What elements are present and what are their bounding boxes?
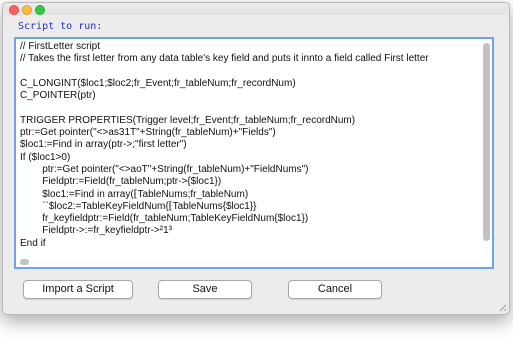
- zoom-window-icon[interactable]: [35, 5, 45, 15]
- close-window-icon[interactable]: [9, 5, 19, 15]
- code-line[interactable]: $loc1:=Find in array(⁅TableNums;fr_table…: [20, 189, 480, 201]
- vertical-scrollbar[interactable]: [483, 43, 490, 241]
- minimize-window-icon[interactable]: [22, 5, 32, 15]
- script-dialog-window: Script to run: // FirstLetter script// T…: [2, 2, 510, 315]
- code-line[interactable]: ``$loc2:=TableKeyFieldNum{⁅TableNums{$lo…: [20, 201, 480, 213]
- script-label: Script to run:: [18, 21, 103, 32]
- save-button[interactable]: Save: [158, 280, 252, 299]
- code-line[interactable]: // Takes the first letter from any data …: [20, 53, 480, 65]
- code-line[interactable]: C_POINTER(ptr): [20, 90, 480, 102]
- title-bar: [3, 3, 509, 15]
- code-line[interactable]: [20, 102, 480, 114]
- import-script-button[interactable]: Import a Script: [23, 280, 133, 299]
- script-editor[interactable]: // FirstLetter script// Takes the first …: [14, 37, 494, 269]
- code-line[interactable]: Fieldptr:=Field(fr_tableNum;ptr->{$loc1}…: [20, 176, 480, 188]
- code-line[interactable]: [20, 66, 480, 78]
- cancel-button[interactable]: Cancel: [288, 280, 382, 299]
- horizontal-scrollbar[interactable]: [20, 259, 29, 265]
- resize-grip-icon[interactable]: [497, 302, 506, 311]
- script-code[interactable]: // FirstLetter script// Takes the first …: [20, 41, 480, 250]
- code-line[interactable]: If ($loc1>0): [20, 152, 480, 164]
- code-line[interactable]: fr_keyfieldptr:=Field(fr_tableNum;TableK…: [20, 213, 480, 225]
- code-line[interactable]: // FirstLetter script: [20, 41, 480, 53]
- code-line[interactable]: ptr:=Get pointer("<>as31T"+String(fr_tab…: [20, 127, 480, 139]
- code-line[interactable]: ptr:=Get pointer("<>aoT"+String(fr_table…: [20, 164, 480, 176]
- code-line[interactable]: Fieldptr->:=fr_keyfieldptr->²1³: [20, 225, 480, 237]
- code-line[interactable]: TRIGGER PROPERTIES(Trigger level;fr_Even…: [20, 115, 480, 127]
- code-line[interactable]: End if: [20, 238, 480, 250]
- code-line[interactable]: $loc1:=Find in array(ptr->;"first letter…: [20, 139, 480, 151]
- code-line[interactable]: C_LONGINT($loc1;$loc2;fr_Event;fr_tableN…: [20, 78, 480, 90]
